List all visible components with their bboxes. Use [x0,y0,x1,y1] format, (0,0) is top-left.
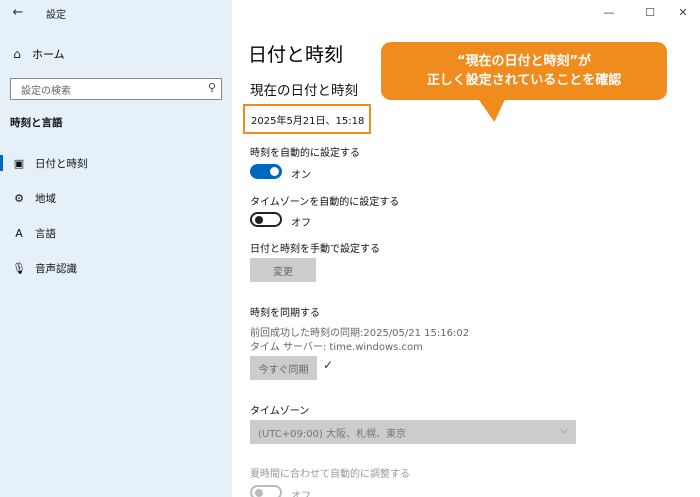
sync-heading: 時刻を同期する [250,308,320,319]
sidebar-item-label: 日付と時刻 [35,157,88,170]
timezone-value: (UTC+09:00) 大阪、札幌、東京 [258,428,407,440]
current-datetime-text: 2025年5月21日、15:18 [251,115,365,127]
sidebar-item-label: 地域 [35,192,56,205]
globe-icon: ⚙ [14,191,24,205]
auto-timezone-toggle[interactable] [250,212,282,227]
home-label: ホーム [32,48,65,61]
timezone-dropdown[interactable]: (UTC+09:00) 大阪、札幌、東京 ⌵ [250,420,576,444]
sidebar [0,0,232,497]
dst-label: 夏時間に合わせて自動的に調整する [250,469,410,480]
sidebar-item-date-time[interactable]: ▣ 日付と時刻 [0,151,232,175]
sidebar-item-label: 音声認識 [35,262,77,275]
auto-time-toggle[interactable] [250,164,282,179]
annotation-callout: “現在の日付と時刻”が 正しく設定されていることを確認 [381,42,667,100]
chevron-down-icon: ⌵ [560,425,568,436]
sidebar-item-region[interactable]: ⚙ 地域 [0,186,232,210]
auto-time-state: オン [291,170,311,181]
home-nav-item[interactable]: ⌂ ホーム [10,44,65,64]
page-title: 日付と時刻 [248,44,344,66]
dst-toggle[interactable] [250,485,282,497]
sidebar-item-speech[interactable]: 🎙 音声認識 [0,256,232,280]
auto-timezone-state: オフ [291,218,311,229]
close-icon[interactable]: ✕ [672,3,694,23]
timezone-label: タイムゾーン [250,406,310,417]
search-box[interactable]: ⚲ [10,78,222,102]
current-datetime-value: 2025年5月21日、15:18 [243,104,371,134]
minimize-icon[interactable]: — [598,3,620,23]
dst-state: オフ [291,491,311,497]
sync-now-button[interactable]: 今すぐ同期 [250,356,317,380]
sidebar-section-title: 時刻と言語 [10,117,63,129]
search-input[interactable] [11,81,191,102]
language-icon: A [15,226,23,240]
change-button[interactable]: 変更 [250,258,316,282]
search-icon[interactable]: ⚲ [208,81,216,94]
current-datetime-heading: 現在の日付と時刻 [250,83,358,99]
check-icon: ✓ [323,358,334,372]
callout-line-1: “現在の日付と時刻”が [456,54,592,69]
callout-line-2: 正しく設定されていることを確認 [426,73,622,88]
auto-time-label: 時刻を自動的に設定する [250,148,360,159]
maximize-icon[interactable]: ☐ [639,3,661,23]
window-title: 設定 [46,10,66,21]
callout-pointer [477,98,515,122]
title-bar: ← 設定 — ☐ ✕ [0,0,700,26]
home-icon: ⌂ [13,47,21,61]
manual-datetime-label: 日付と時刻を手動で設定する [250,244,380,255]
auto-timezone-label: タイムゾーンを自動的に設定する [250,197,400,208]
sidebar-item-language[interactable]: A 言語 [0,221,232,245]
microphone-icon: 🎙 [12,261,26,275]
back-arrow-icon[interactable]: ← [8,3,28,23]
sidebar-item-label: 言語 [35,227,56,240]
time-server-text: タイム サーバー: time.windows.com [250,342,423,353]
calendar-clock-icon: ▣ [13,156,25,170]
last-sync-text: 前回成功した時刻の同期:2025/05/21 15:16:02 [250,328,470,339]
